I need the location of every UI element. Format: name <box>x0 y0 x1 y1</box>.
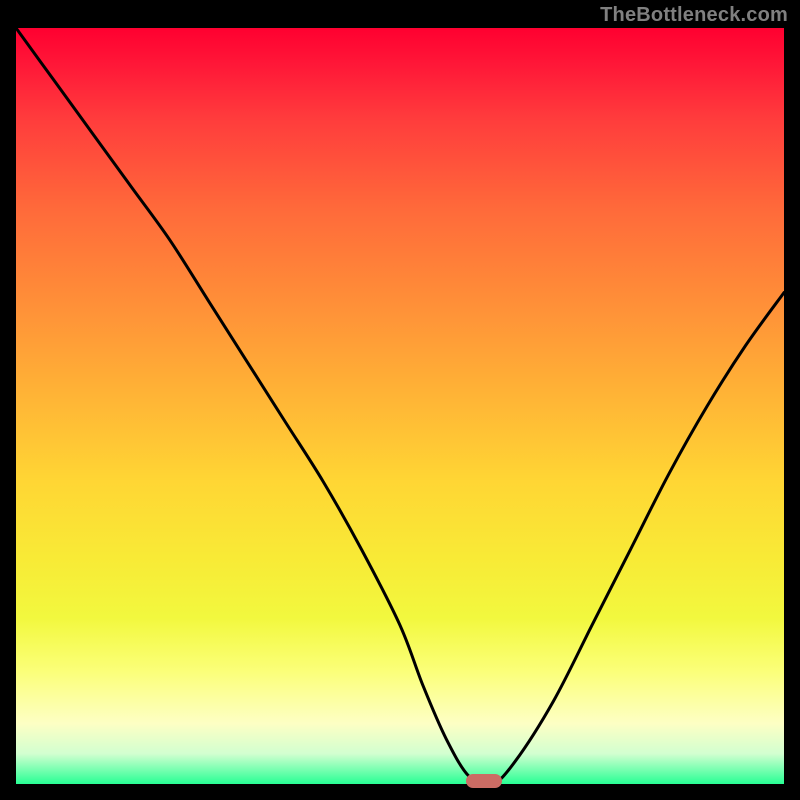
watermark-text: TheBottleneck.com <box>600 4 788 27</box>
optimal-marker <box>466 774 502 788</box>
bottleneck-curve <box>16 28 784 784</box>
plot-area <box>16 28 784 784</box>
chart-container: TheBottleneck.com <box>0 0 800 800</box>
curve-svg <box>16 28 784 784</box>
